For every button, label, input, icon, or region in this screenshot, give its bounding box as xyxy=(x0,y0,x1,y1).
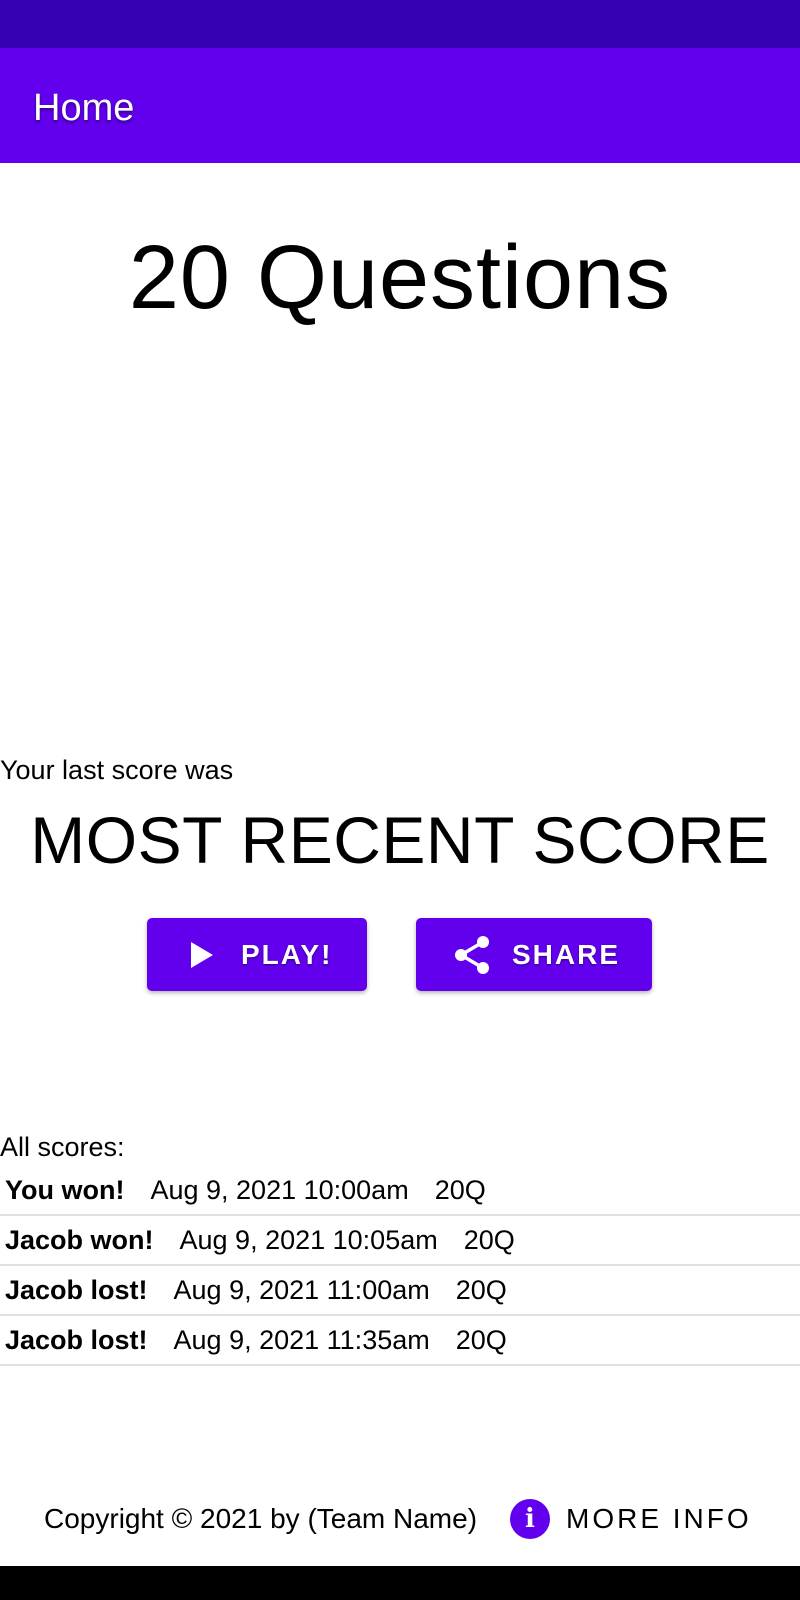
all-scores-label: All scores: xyxy=(0,1132,125,1162)
more-info-button[interactable]: i MORE INFO xyxy=(510,1498,752,1540)
app-bar-title: Home xyxy=(33,87,135,129)
navigation-bar xyxy=(0,1566,800,1600)
share-icon xyxy=(452,934,492,976)
score-date: Aug 9, 2021 11:35am xyxy=(173,1324,430,1355)
play-button-label: PLAY! xyxy=(241,938,333,970)
score-row[interactable]: Jacob won! Aug 9, 2021 10:05am 20Q xyxy=(0,1216,800,1266)
score-game: 20Q xyxy=(434,1174,486,1205)
score-row[interactable]: Jacob lost! Aug 9, 2021 11:00am 20Q xyxy=(0,1266,800,1316)
score-game: 20Q xyxy=(455,1324,507,1355)
footer: Copyright © 2021 by (Team Name) i MORE I… xyxy=(0,1494,800,1544)
score-row[interactable]: Jacob lost! Aug 9, 2021 11:35am 20Q xyxy=(0,1316,800,1366)
score-result: Jacob lost! xyxy=(5,1324,148,1355)
more-info-label: MORE INFO xyxy=(566,1503,752,1534)
score-game: 20Q xyxy=(463,1224,515,1255)
game-title: 20 Questions xyxy=(128,228,672,328)
info-icon: i xyxy=(510,1499,550,1539)
score-result: Jacob won! xyxy=(5,1224,154,1255)
share-button[interactable]: SHARE xyxy=(416,918,652,991)
score-result: You won! xyxy=(5,1174,125,1205)
score-date: Aug 9, 2021 10:00am xyxy=(150,1174,409,1205)
play-icon xyxy=(189,941,215,969)
score-row[interactable]: You won! Aug 9, 2021 10:00am 20Q xyxy=(0,1166,800,1216)
most-recent-score: MOST RECENT SCORE xyxy=(30,803,770,877)
play-button[interactable]: PLAY! xyxy=(147,918,367,991)
share-button-label: SHARE xyxy=(512,938,621,970)
score-date: Aug 9, 2021 11:00am xyxy=(173,1274,430,1305)
score-date: Aug 9, 2021 10:05am xyxy=(179,1224,438,1255)
score-list: You won! Aug 9, 2021 10:00am 20Q Jacob w… xyxy=(0,1166,800,1366)
copyright-text: Copyright © 2021 by (Team Name) xyxy=(44,1503,478,1534)
score-result: Jacob lost! xyxy=(5,1274,148,1305)
last-score-label: Your last score was xyxy=(0,755,234,785)
status-bar xyxy=(0,0,800,48)
score-game: 20Q xyxy=(455,1274,507,1305)
